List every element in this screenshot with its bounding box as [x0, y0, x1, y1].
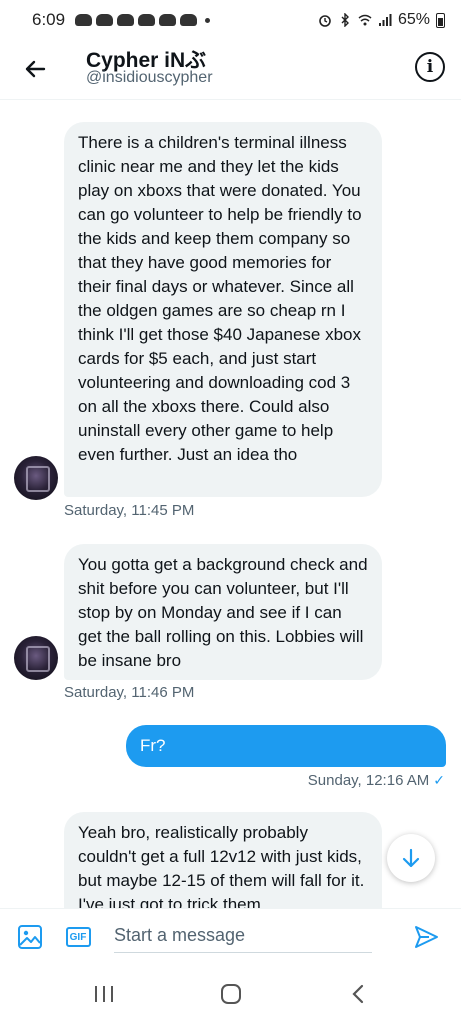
- app-notification-icon: [138, 14, 156, 26]
- status-time: 6:09: [32, 10, 66, 29]
- alarm-icon: [319, 15, 331, 27]
- sent-check-icon: ✓: [433, 772, 445, 788]
- info-button[interactable]: i: [415, 52, 445, 82]
- avatar[interactable]: [14, 456, 58, 500]
- wifi-icon: [358, 14, 372, 26]
- recent-apps-icon: [94, 986, 113, 1002]
- chevron-left-icon: [351, 984, 363, 1004]
- recent-apps-button[interactable]: [84, 974, 124, 1014]
- message-bubble-incoming[interactable]: There is a children's terminal illness c…: [64, 122, 382, 497]
- signal-icon: [378, 14, 392, 26]
- gif-icon: GIF: [65, 927, 91, 947]
- home-icon: [220, 984, 241, 1004]
- add-image-button[interactable]: [16, 923, 44, 951]
- contact-handle[interactable]: @insidiouscypher: [86, 69, 213, 87]
- battery-icon: [436, 12, 445, 28]
- message-timestamp: Saturday, 11:45 PM: [64, 502, 195, 519]
- app-notification-icon: [180, 14, 198, 26]
- battery-percent: 65%: [397, 11, 430, 28]
- app-notification-icon: [75, 14, 93, 26]
- message-thread[interactable]: There is a children's terminal illness c…: [0, 100, 461, 908]
- more-notifications-icon: [205, 17, 211, 23]
- message-composer: GIF: [0, 908, 461, 964]
- send-button[interactable]: [412, 923, 440, 951]
- add-gif-button[interactable]: GIF: [64, 923, 92, 951]
- back-button[interactable]: [18, 52, 52, 86]
- system-back-button[interactable]: [338, 974, 378, 1014]
- app-notification-icon: [159, 14, 177, 26]
- bluetooth-icon: [341, 13, 349, 27]
- system-status: 65%: [318, 11, 445, 29]
- back-arrow-icon: [25, 60, 46, 78]
- avatar[interactable]: [14, 636, 58, 680]
- system-navigation-bar: [0, 964, 461, 1024]
- app-notification-icon: [96, 14, 114, 26]
- conversation-header: Cypher iNぶ @insidiouscypher i: [0, 40, 461, 100]
- message-timestamp-outgoing: Sunday, 12:16 AM ✓: [308, 772, 445, 789]
- send-icon: [415, 926, 438, 948]
- scroll-to-bottom-button[interactable]: [387, 834, 435, 882]
- notification-icons: [75, 14, 211, 26]
- home-button[interactable]: [211, 974, 251, 1014]
- message-bubble-incoming[interactable]: Yeah bro, realistically probably couldn'…: [64, 812, 382, 908]
- message-bubble-incoming[interactable]: You gotta get a background check and shi…: [64, 544, 382, 680]
- arrow-down-icon: [402, 848, 420, 868]
- status-bar: 6:09 65%: [0, 0, 461, 40]
- message-timestamp: Sunday, 12:16 AM: [307, 772, 430, 789]
- message-timestamp: Saturday, 11:46 PM: [64, 684, 195, 701]
- message-input[interactable]: [114, 919, 372, 953]
- info-icon: i: [426, 57, 434, 77]
- image-icon: [18, 925, 42, 949]
- app-notification-icon: [117, 14, 135, 26]
- message-bubble-outgoing[interactable]: Fr?: [126, 725, 446, 767]
